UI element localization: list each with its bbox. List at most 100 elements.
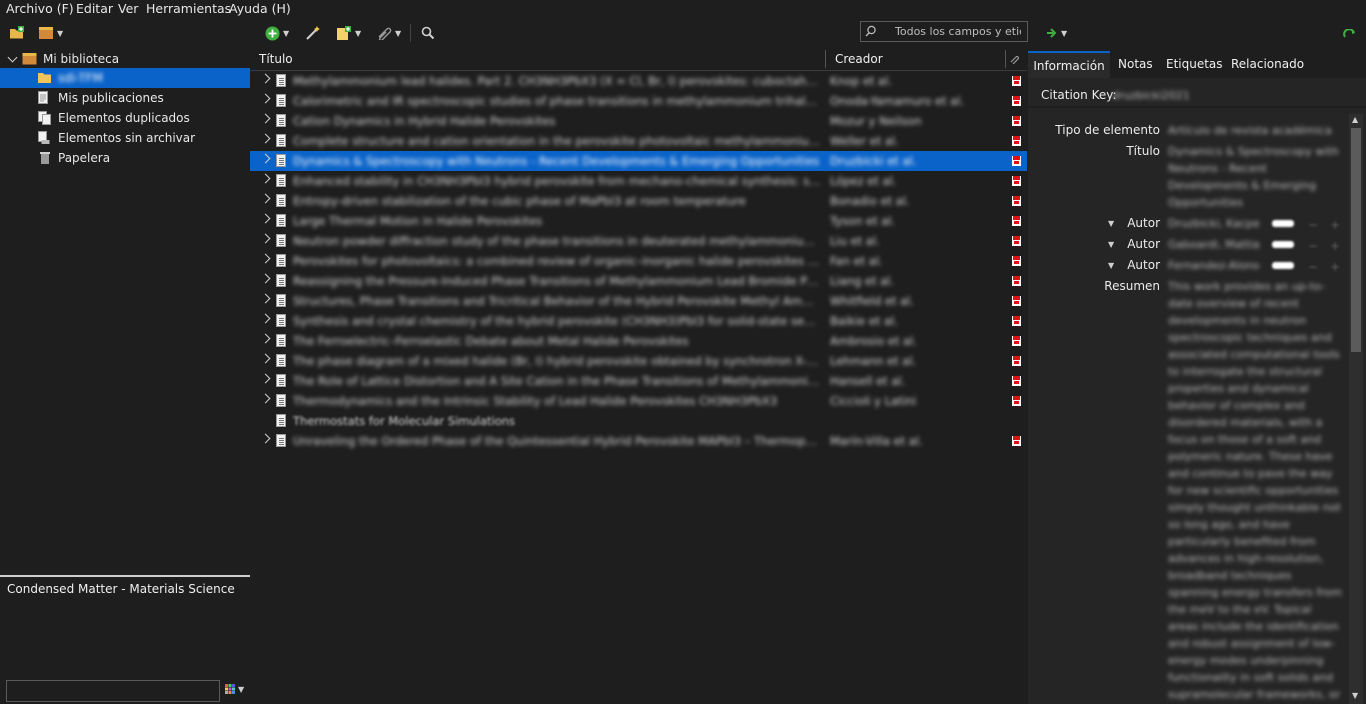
item-type-value[interactable]: Artículo de revista académica: [1168, 122, 1343, 139]
table-row[interactable]: Thermostats for Molecular Simulations: [250, 411, 1027, 431]
chevron-right-icon[interactable]: [260, 153, 271, 164]
chevron-right-icon[interactable]: [260, 333, 271, 344]
chevron-right-icon[interactable]: [260, 353, 271, 364]
chevron-right-icon[interactable]: [260, 393, 271, 404]
table-row[interactable]: Enhanced stability in CH3NH3PbI3 hybrid …: [250, 171, 1027, 191]
chevron-right-icon[interactable]: [260, 173, 271, 184]
pdf-icon[interactable]: [1012, 216, 1021, 226]
chevron-right-icon[interactable]: [260, 373, 271, 384]
unfiled-items-row[interactable]: Elementos sin archivar: [0, 128, 250, 148]
pdf-icon[interactable]: [1012, 196, 1021, 206]
add-creator-icon[interactable]: +: [1330, 260, 1340, 274]
search-input[interactable]: [895, 24, 1021, 39]
column-divider[interactable]: [1005, 50, 1006, 68]
chevron-right-icon[interactable]: [260, 313, 271, 324]
locate-button[interactable]: ▼: [1046, 23, 1067, 43]
chevron-right-icon[interactable]: [260, 73, 271, 84]
table-row[interactable]: The Ferroelectric–Ferroelastic Debate ab…: [250, 331, 1027, 351]
table-row[interactable]: Complete structure and cation orientatio…: [250, 131, 1027, 151]
chevron-right-icon[interactable]: [260, 93, 271, 104]
chevron-right-icon[interactable]: [260, 133, 271, 144]
table-row[interactable]: Cation Dynamics in Hybrid Halide Perovsk…: [250, 111, 1027, 131]
pdf-icon[interactable]: [1012, 356, 1021, 366]
abstract-value[interactable]: This work provides an up-to-date overvie…: [1168, 278, 1343, 702]
pdf-icon[interactable]: [1012, 116, 1021, 126]
table-row[interactable]: Entropy-driven stabilization of the cubi…: [250, 191, 1027, 211]
pdf-icon[interactable]: [1012, 376, 1021, 386]
tag-item[interactable]: Condensed Matter - Materials Science: [7, 582, 235, 596]
table-row[interactable]: Large Thermal Motion in Halide Perovskit…: [250, 211, 1027, 231]
pdf-icon[interactable]: [1012, 296, 1021, 306]
remove-creator-icon[interactable]: −: [1308, 239, 1318, 253]
tab-info[interactable]: Información: [1028, 51, 1110, 79]
add-creator-icon[interactable]: +: [1330, 239, 1340, 253]
new-note-button[interactable]: ▼: [336, 23, 361, 43]
pane-splitter[interactable]: [0, 575, 250, 577]
chevron-right-icon[interactable]: [260, 213, 271, 224]
column-header-title[interactable]: Título: [259, 48, 819, 70]
author-label[interactable]: Autor: [1028, 216, 1160, 230]
pdf-icon[interactable]: [1012, 236, 1021, 246]
column-header-creator[interactable]: Creador: [835, 48, 1005, 70]
pdf-icon[interactable]: [1012, 436, 1021, 446]
scroll-up-icon[interactable]: ▲: [1352, 115, 1358, 124]
tab-related[interactable]: Relacionado: [1231, 51, 1304, 77]
new-item-button[interactable]: ▼: [265, 23, 289, 43]
add-by-identifier-button[interactable]: [305, 23, 321, 43]
author-name[interactable]: Druzbicki, Kacper: [1168, 215, 1260, 232]
table-row[interactable]: The Role of Lattice Distortion and A Sit…: [250, 371, 1027, 391]
switch-field-mode-icon[interactable]: [1272, 262, 1294, 269]
advanced-search-button[interactable]: [421, 23, 435, 43]
author-name[interactable]: Fernandez-Alonso, Felix: [1168, 257, 1260, 274]
collection-row-selected[interactable]: sdi-TFM: [0, 68, 250, 88]
item-pane-scrollbar[interactable]: ▲ ▼: [1349, 114, 1363, 704]
pdf-icon[interactable]: [1012, 76, 1021, 86]
chevron-right-icon[interactable]: [260, 293, 271, 304]
search-field[interactable]: [860, 21, 1028, 42]
my-library-row[interactable]: Mi biblioteca: [0, 49, 250, 69]
table-row[interactable]: Methylammonium lead halides. Part 2. CH3…: [250, 71, 1027, 91]
table-row[interactable]: The phase diagram of a mixed halide (Br,…: [250, 351, 1027, 371]
chevron-right-icon[interactable]: [260, 233, 271, 244]
tag-selector-menu-button[interactable]: ▼: [225, 684, 244, 694]
trash-row[interactable]: Papelera: [0, 148, 250, 168]
title-value[interactable]: Dynamics & Spectroscopy with Neutrons - …: [1168, 143, 1343, 211]
pdf-icon[interactable]: [1012, 156, 1021, 166]
sync-button[interactable]: [1343, 26, 1357, 46]
switch-field-mode-icon[interactable]: [1272, 220, 1294, 227]
table-row[interactable]: Structures, Phase Transitions and Tricri…: [250, 291, 1027, 311]
table-row[interactable]: Reassigning the Pressure-Induced Phase T…: [250, 271, 1027, 291]
table-row[interactable]: Thermodynamics and the Intrinsic Stabili…: [250, 391, 1027, 411]
add-attachment-button[interactable]: ▼: [376, 23, 401, 43]
citation-key-value[interactable]: druzbicki2021: [1112, 89, 1190, 102]
duplicate-items-row[interactable]: Elementos duplicados: [0, 108, 250, 128]
chevron-right-icon[interactable]: [260, 193, 271, 204]
pdf-icon[interactable]: [1012, 316, 1021, 326]
tab-notes[interactable]: Notas: [1118, 51, 1153, 77]
scroll-down-icon[interactable]: ▼: [1352, 691, 1358, 700]
menu-editar[interactable]: Editar: [76, 1, 113, 16]
pdf-icon[interactable]: [1012, 336, 1021, 346]
column-divider[interactable]: [825, 50, 826, 68]
chevron-right-icon[interactable]: [260, 113, 271, 124]
pdf-icon[interactable]: [1012, 96, 1021, 106]
table-row[interactable]: Unraveling the Ordered Phase of the Quin…: [250, 431, 1027, 451]
table-row[interactable]: Dynamics & Spectroscopy with Neutrons - …: [250, 151, 1027, 171]
chevron-right-icon[interactable]: [260, 273, 271, 284]
new-library-button[interactable]: ▼: [38, 23, 63, 43]
pdf-icon[interactable]: [1012, 176, 1021, 186]
chevron-right-icon[interactable]: [260, 433, 271, 444]
table-row[interactable]: Neutron powder diffraction study of the …: [250, 231, 1027, 251]
menu-ayuda[interactable]: Ayuda (H): [229, 1, 291, 16]
menu-ver[interactable]: Ver: [118, 1, 138, 16]
chevron-down-icon[interactable]: [7, 52, 18, 63]
menu-archivo[interactable]: Archivo (F): [6, 1, 74, 16]
scrollbar-thumb[interactable]: [1351, 128, 1361, 352]
remove-creator-icon[interactable]: −: [1308, 218, 1318, 232]
author-label[interactable]: Autor: [1028, 258, 1160, 272]
pdf-icon[interactable]: [1012, 276, 1021, 286]
author-label[interactable]: Autor: [1028, 237, 1160, 251]
table-row[interactable]: Calorimetric and IR spectroscopic studie…: [250, 91, 1027, 111]
my-publications-row[interactable]: Mis publicaciones: [0, 88, 250, 108]
add-creator-icon[interactable]: +: [1330, 218, 1340, 232]
